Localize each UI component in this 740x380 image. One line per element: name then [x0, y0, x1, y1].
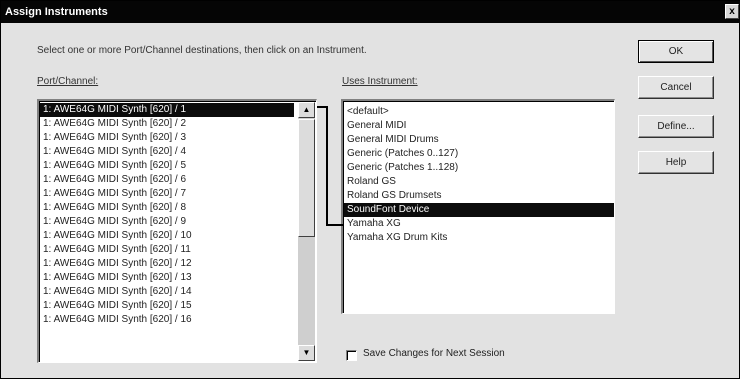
port-channel-item[interactable]: 1: AWE64G MIDI Synth [620] / 6 — [40, 173, 294, 187]
close-icon[interactable]: x — [725, 4, 739, 19]
port-channel-listbox[interactable]: 1: AWE64G MIDI Synth [620] / 1 1: AWE64G … — [37, 99, 317, 363]
ok-button[interactable]: OK — [638, 40, 714, 63]
port-channel-item[interactable]: 1: AWE64G MIDI Synth [620] / 1 — [40, 103, 294, 117]
port-channel-item[interactable]: 1: AWE64G MIDI Synth [620] / 15 — [40, 299, 294, 313]
port-channel-item[interactable]: 1: AWE64G MIDI Synth [620] / 11 — [40, 243, 294, 257]
save-changes-label[interactable]: Save Changes for Next Session — [363, 348, 505, 359]
cancel-button[interactable]: Cancel — [638, 76, 714, 99]
port-channel-item[interactable]: 1: AWE64G MIDI Synth [620] / 12 — [40, 257, 294, 271]
port-channel-item[interactable]: 1: AWE64G MIDI Synth [620] / 9 — [40, 215, 294, 229]
port-channel-item[interactable]: 1: AWE64G MIDI Synth [620] / 14 — [40, 285, 294, 299]
instrument-rows: <default> General MIDI General MIDI Drums G… — [344, 105, 614, 245]
help-button[interactable]: Help — [638, 151, 714, 174]
scroll-thumb[interactable] — [298, 119, 315, 237]
scroll-down-arrow-icon[interactable]: ▼ — [298, 345, 315, 361]
instrument-item[interactable]: Generic (Patches 1..128) — [344, 161, 614, 175]
scroll-up-arrow-icon[interactable]: ▲ — [298, 102, 315, 118]
port-channel-item[interactable]: 1: AWE64G MIDI Synth [620] / 13 — [40, 271, 294, 285]
port-channel-item[interactable]: 1: AWE64G MIDI Synth [620] / 7 — [40, 187, 294, 201]
window-title: Assign Instruments — [5, 6, 108, 18]
port-channel-item[interactable]: 1: AWE64G MIDI Synth [620] / 10 — [40, 229, 294, 243]
instrument-item[interactable]: Roland GS — [344, 175, 614, 189]
define-button[interactable]: Define... — [638, 115, 714, 138]
instrument-item[interactable]: Generic (Patches 0..127) — [344, 147, 614, 161]
port-channel-rows: 1: AWE64G MIDI Synth [620] / 1 1: AWE64G … — [40, 103, 294, 327]
port-channel-item[interactable]: 1: AWE64G MIDI Synth [620] / 8 — [40, 201, 294, 215]
title-bar[interactable]: Assign Instruments x — [1, 1, 740, 23]
port-channel-item[interactable]: 1: AWE64G MIDI Synth [620] / 5 — [40, 159, 294, 173]
port-channel-scrollbar[interactable]: ▲ ▼ — [298, 102, 315, 361]
instrument-item[interactable]: General MIDI Drums — [344, 133, 614, 147]
instrument-item[interactable]: Yamaha XG Drum Kits — [344, 231, 614, 245]
port-channel-label: Port/Channel: — [37, 76, 99, 87]
save-changes-checkbox[interactable] — [346, 350, 357, 361]
assign-instruments-dialog: Assign Instruments x Select one or more … — [0, 0, 740, 379]
port-channel-item[interactable]: 1: AWE64G MIDI Synth [620] / 16 — [40, 313, 294, 327]
instrument-item[interactable]: Roland GS Drumsets — [344, 189, 614, 203]
uses-instrument-label: Uses Instrument: — [342, 76, 418, 87]
instrument-item[interactable]: Yamaha XG — [344, 217, 614, 231]
port-channel-item[interactable]: 1: AWE64G MIDI Synth [620] / 2 — [40, 117, 294, 131]
instrument-item[interactable]: SoundFont Device — [344, 203, 614, 217]
instrument-listbox[interactable]: <default> General MIDI General MIDI Drums G… — [341, 99, 615, 314]
instrument-item[interactable]: General MIDI — [344, 119, 614, 133]
instruction-text: Select one or more Port/Channel destinat… — [37, 45, 367, 56]
port-channel-item[interactable]: 1: AWE64G MIDI Synth [620] / 3 — [40, 131, 294, 145]
instrument-item[interactable]: <default> — [344, 105, 614, 119]
port-channel-item[interactable]: 1: AWE64G MIDI Synth [620] / 4 — [40, 145, 294, 159]
